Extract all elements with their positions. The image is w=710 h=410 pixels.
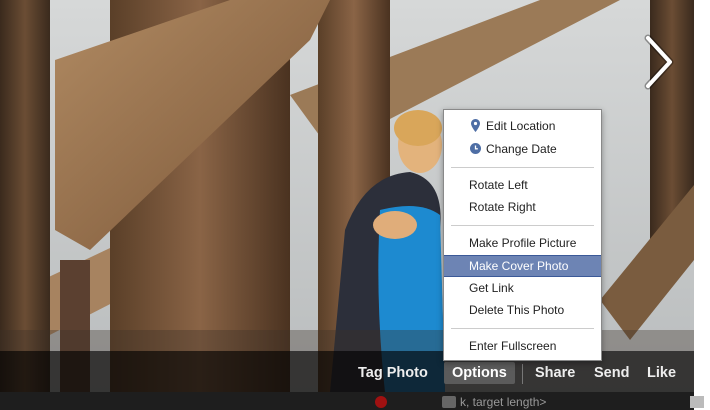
square-icon — [690, 396, 704, 408]
menu-item-label: Delete This Photo — [469, 303, 565, 317]
menu-item-label: Change Date — [486, 142, 557, 156]
action-divider — [522, 364, 523, 384]
page-margin — [694, 0, 710, 410]
comment-preview-text: k, target length> — [460, 395, 547, 409]
menu-item-label: Get Link — [469, 281, 514, 295]
like-button[interactable]: Like — [647, 362, 676, 384]
options-button[interactable]: Options — [444, 362, 515, 384]
send-button[interactable]: Send — [594, 362, 629, 384]
menu-divider — [451, 328, 594, 329]
menu-item-label: Rotate Right — [469, 200, 536, 214]
clock-icon — [470, 143, 481, 154]
tag-photo-button[interactable]: Tag Photo — [358, 362, 428, 384]
menu-item-label: Enter Fullscreen — [469, 339, 557, 353]
menu-item-get-link[interactable]: Get Link — [444, 278, 601, 298]
menu-item-label: Make Cover Photo — [469, 259, 569, 273]
menu-item-rotate-right[interactable]: Rotate Right — [444, 197, 601, 217]
next-photo-button[interactable] — [640, 34, 676, 90]
menu-item-delete-photo[interactable]: Delete This Photo — [444, 300, 601, 320]
menu-item-change-date[interactable]: Change Date — [444, 139, 601, 159]
menu-divider — [451, 167, 594, 168]
menu-item-rotate-left[interactable]: Rotate Left — [444, 175, 601, 195]
menu-item-label: Edit Location — [486, 119, 556, 133]
share-button[interactable]: Share — [535, 362, 575, 384]
chevron-right-icon — [644, 34, 674, 90]
menu-item-edit-location[interactable]: Edit Location — [444, 116, 601, 136]
menu-item-make-cover-photo[interactable]: Make Cover Photo — [444, 255, 601, 277]
menu-divider — [451, 225, 594, 226]
menu-item-make-profile-picture[interactable]: Make Profile Picture — [444, 233, 601, 253]
notification-dot — [375, 396, 387, 408]
map-pin-icon — [471, 119, 480, 132]
menu-item-label: Make Profile Picture — [469, 236, 577, 250]
menu-item-enter-fullscreen[interactable]: Enter Fullscreen — [444, 336, 601, 356]
options-menu: Edit Location Change Date Rotate Left Ro… — [443, 109, 602, 361]
menu-item-label: Rotate Left — [469, 178, 528, 192]
